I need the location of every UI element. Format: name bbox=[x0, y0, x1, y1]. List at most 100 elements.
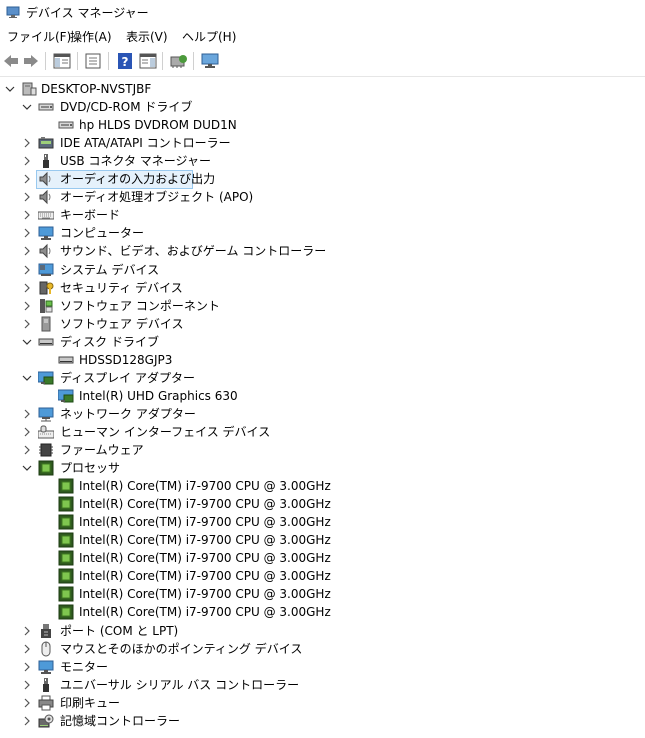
tree-category-item[interactable]: ファームウェア bbox=[0, 441, 645, 459]
tree-category-item[interactable]: サウンド、ビデオ、およびゲーム コントローラー bbox=[0, 242, 645, 260]
chevron-right-icon[interactable] bbox=[22, 712, 32, 730]
console-tree-icon[interactable] bbox=[53, 53, 71, 69]
speaker-icon bbox=[38, 189, 54, 205]
tree-category-item[interactable]: プロセッサ bbox=[0, 459, 645, 477]
tree-category-item[interactable]: IDE ATA/ATAPI コントローラー bbox=[0, 134, 645, 152]
tree-category-item[interactable]: オーディオの入力および出力 bbox=[0, 170, 645, 189]
tree-category-item[interactable]: DVD/CD-ROM ドライブ bbox=[0, 98, 645, 116]
tree-category-item[interactable]: モニター bbox=[0, 658, 645, 676]
chevron-right-icon[interactable] bbox=[22, 676, 32, 694]
monitor-icon bbox=[38, 659, 54, 675]
tree-item-label: ファームウェア bbox=[60, 443, 144, 457]
chevron-right-icon[interactable] bbox=[22, 640, 32, 658]
disk-drive-icon bbox=[38, 334, 54, 350]
toolbar-separator bbox=[193, 52, 194, 70]
tree-device-item[interactable]: Intel(R) Core(TM) i7-9700 CPU @ 3.00GHz bbox=[0, 513, 645, 531]
tree-category-item[interactable]: ヒューマン インターフェイス デバイス bbox=[0, 423, 645, 441]
tree-category-item[interactable]: オーディオ処理オブジェクト (APO) bbox=[0, 188, 645, 206]
action-pane-icon[interactable] bbox=[139, 53, 157, 69]
tree-item-label: プロセッサ bbox=[60, 461, 121, 475]
software-component-icon bbox=[38, 298, 54, 314]
chevron-right-icon[interactable] bbox=[22, 134, 32, 152]
tree-category-item[interactable]: ソフトウェア デバイス bbox=[0, 315, 645, 333]
chevron-right-icon[interactable] bbox=[22, 170, 32, 188]
tree-item-label: Intel(R) Core(TM) i7-9700 CPU @ 3.00GHz bbox=[79, 605, 331, 619]
tree-category-item[interactable]: コンピューター bbox=[0, 224, 645, 242]
chevron-right-icon[interactable] bbox=[22, 261, 32, 279]
toolbar-separator bbox=[162, 52, 163, 70]
usb-icon bbox=[38, 677, 54, 693]
chevron-right-icon[interactable] bbox=[22, 279, 32, 297]
chevron-right-icon[interactable] bbox=[22, 297, 32, 315]
help-icon[interactable]: ? bbox=[116, 53, 134, 69]
tree-category-item[interactable]: USB コネクタ マネージャー bbox=[0, 152, 645, 170]
tree-device-item[interactable]: Intel(R) Core(TM) i7-9700 CPU @ 3.00GHz bbox=[0, 531, 645, 549]
tree-category-item[interactable]: セキュリティ デバイス bbox=[0, 279, 645, 297]
device-tree[interactable]: DESKTOP-NVSTJBF DVD/CD-ROM ドライブ hp HLDS D… bbox=[0, 80, 645, 738]
tree-device-item[interactable]: Intel(R) Core(TM) i7-9700 CPU @ 3.00GHz bbox=[0, 477, 645, 495]
menu-view[interactable]: 表示(V) bbox=[126, 28, 168, 45]
tree-root-item[interactable]: DESKTOP-NVSTJBF bbox=[0, 80, 645, 98]
chevron-right-icon[interactable] bbox=[22, 694, 32, 712]
tree-device-item[interactable]: Intel(R) Core(TM) i7-9700 CPU @ 3.00GHz bbox=[0, 603, 645, 621]
tree-device-item[interactable]: Intel(R) UHD Graphics 630 bbox=[0, 387, 645, 405]
disk-drive-icon bbox=[58, 352, 74, 368]
menu-help[interactable]: ヘルプ(H) bbox=[182, 28, 236, 45]
toolbar-separator bbox=[108, 52, 109, 70]
tree-device-item[interactable]: Intel(R) Core(TM) i7-9700 CPU @ 3.00GHz bbox=[0, 549, 645, 567]
network-adapter-icon bbox=[38, 406, 54, 422]
svg-text:?: ? bbox=[122, 55, 129, 69]
tree-device-item[interactable]: Intel(R) Core(TM) i7-9700 CPU @ 3.00GHz bbox=[0, 585, 645, 603]
tree-device-item[interactable]: Intel(R) Core(TM) i7-9700 CPU @ 3.00GHz bbox=[0, 567, 645, 585]
tree-category-item[interactable]: ユニバーサル シリアル バス コントローラー bbox=[0, 676, 645, 694]
tree-item-label: HDSSD128GJP3 bbox=[79, 353, 173, 367]
tree-category-item[interactable]: システム デバイス bbox=[0, 261, 645, 279]
software-device-icon bbox=[38, 316, 54, 332]
chevron-right-icon[interactable] bbox=[22, 423, 32, 441]
ide-controller-icon bbox=[38, 135, 54, 151]
chevron-down-icon[interactable] bbox=[22, 333, 32, 351]
chevron-down-icon[interactable] bbox=[22, 98, 32, 116]
tree-device-item[interactable]: HDSSD128GJP3 bbox=[0, 351, 645, 369]
tree-category-item[interactable]: マウスとそのほかのポインティング デバイス bbox=[0, 640, 645, 658]
tree-category-item[interactable]: ディスプレイ アダプター bbox=[0, 369, 645, 387]
tree-item-label: hp HLDS DVDROM DUD1N bbox=[79, 118, 237, 132]
tree-item-label: Intel(R) UHD Graphics 630 bbox=[79, 389, 238, 403]
tree-item-label: USB コネクタ マネージャー bbox=[60, 154, 211, 168]
chevron-down-icon[interactable] bbox=[22, 459, 32, 477]
scan-hardware-icon[interactable] bbox=[170, 53, 188, 69]
monitor-icon[interactable] bbox=[201, 53, 219, 69]
chevron-down-icon[interactable] bbox=[5, 80, 15, 98]
chevron-right-icon[interactable] bbox=[22, 658, 32, 676]
chevron-right-icon[interactable] bbox=[22, 224, 32, 242]
chevron-right-icon[interactable] bbox=[22, 242, 32, 260]
speaker-icon bbox=[38, 171, 54, 187]
tree-item-label: ヒューマン インターフェイス デバイス bbox=[60, 425, 271, 439]
tree-category-item[interactable]: 記憶域コントローラー bbox=[0, 712, 645, 730]
menu-file[interactable]: ファイル(F) bbox=[7, 28, 71, 45]
tree-category-item[interactable]: ネットワーク アダプター bbox=[0, 405, 645, 423]
tree-category-item[interactable]: ソフトウェア コンポーネント bbox=[0, 297, 645, 315]
tree-item-label: ディスク ドライブ bbox=[60, 335, 159, 349]
chevron-right-icon[interactable] bbox=[22, 188, 32, 206]
properties-icon[interactable] bbox=[84, 53, 102, 69]
processor-icon bbox=[58, 514, 74, 530]
forward-arrow-icon[interactable] bbox=[22, 53, 40, 69]
chevron-right-icon[interactable] bbox=[22, 622, 32, 640]
chevron-right-icon[interactable] bbox=[22, 441, 32, 459]
tree-item-label: モニター bbox=[60, 660, 109, 674]
chevron-right-icon[interactable] bbox=[22, 152, 32, 170]
chevron-right-icon[interactable] bbox=[22, 405, 32, 423]
tree-category-item[interactable]: ディスク ドライブ bbox=[0, 333, 645, 351]
tree-device-item[interactable]: hp HLDS DVDROM DUD1N bbox=[0, 116, 645, 134]
chevron-down-icon[interactable] bbox=[22, 369, 32, 387]
chevron-right-icon[interactable] bbox=[22, 206, 32, 224]
tree-category-item[interactable]: 印刷キュー bbox=[0, 694, 645, 712]
chevron-right-icon[interactable] bbox=[22, 315, 32, 333]
tree-category-item[interactable]: キーボード bbox=[0, 206, 645, 224]
tree-device-item[interactable]: Intel(R) Core(TM) i7-9700 CPU @ 3.00GHz bbox=[0, 495, 645, 513]
back-arrow-icon[interactable] bbox=[2, 53, 20, 69]
menu-action[interactable]: 操作(A) bbox=[70, 28, 112, 45]
menu-bar: ファイル(F) 操作(A) 表示(V) ヘルプ(H) bbox=[0, 24, 645, 46]
tree-category-item[interactable]: ポート (COM と LPT) bbox=[0, 622, 645, 640]
